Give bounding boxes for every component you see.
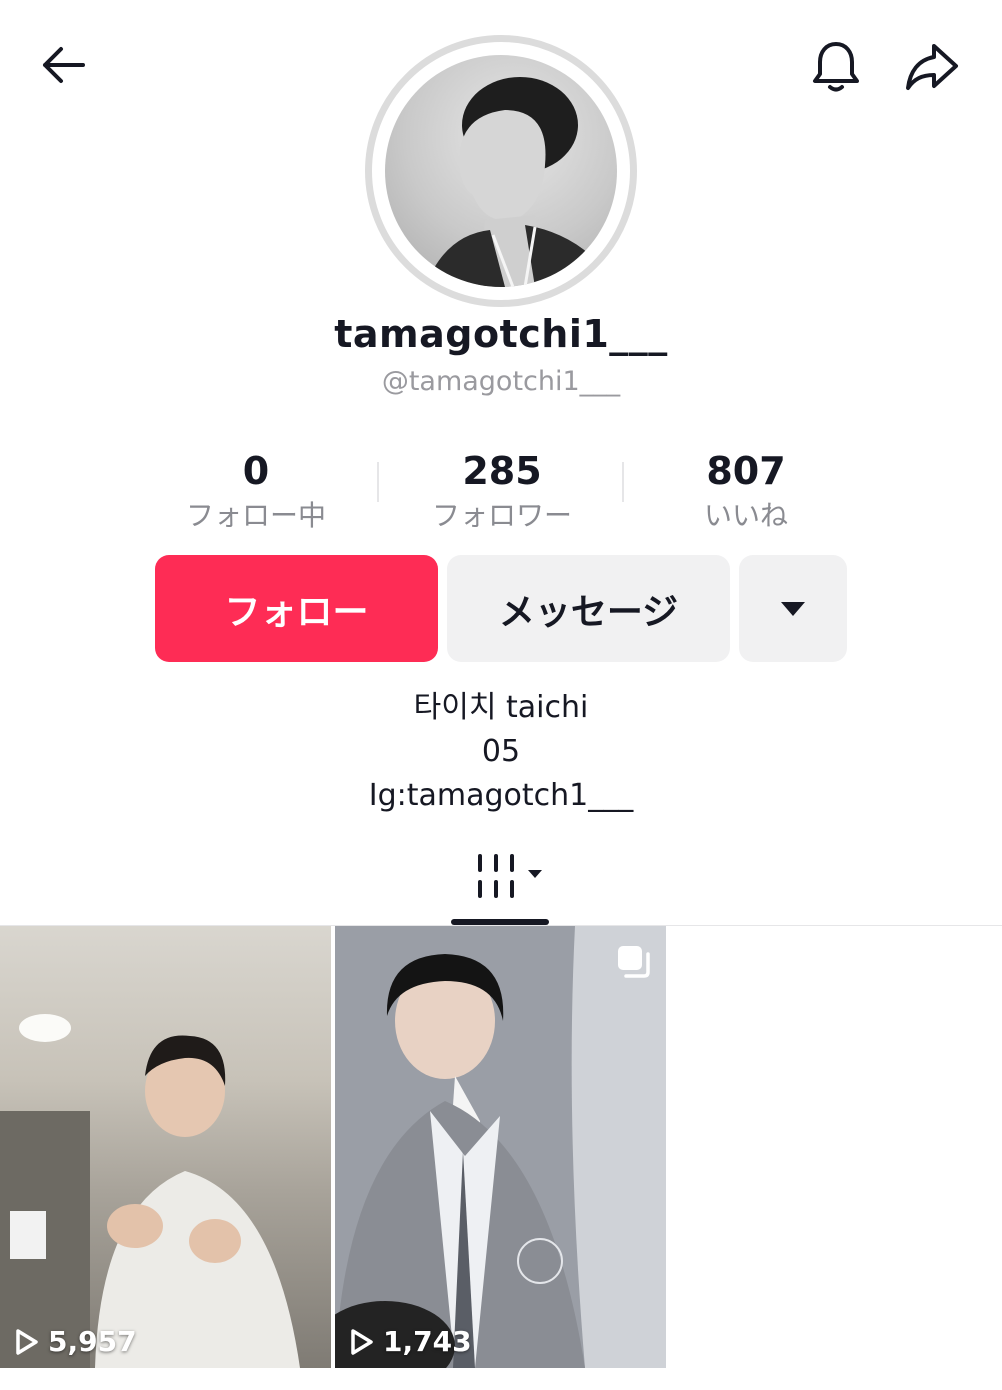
notification-button[interactable] bbox=[800, 30, 872, 102]
view-count: 5,957 bbox=[14, 1325, 137, 1358]
more-options-button[interactable] bbox=[739, 555, 847, 662]
stat-divider bbox=[377, 462, 379, 502]
videos-grid-icon bbox=[478, 854, 542, 898]
back-arrow-icon bbox=[43, 47, 85, 83]
dropdown-triangle-icon bbox=[781, 601, 805, 616]
following-label: フォロー中 bbox=[185, 499, 326, 532]
following-count: 0 bbox=[242, 449, 270, 493]
stat-following[interactable]: 0 フォロー中 bbox=[146, 448, 366, 534]
share-button[interactable] bbox=[896, 30, 968, 102]
stat-divider bbox=[622, 462, 624, 502]
multi-image-icon bbox=[618, 946, 650, 978]
view-count-text: 5,957 bbox=[48, 1325, 137, 1358]
video-thumbnail[interactable]: 5,957 bbox=[0, 926, 331, 1368]
profile-page: tamagotchi1___ @tamagotchi1___ 0 フォロー中 2… bbox=[0, 0, 1002, 1390]
bell-icon bbox=[813, 42, 859, 92]
stat-followers[interactable]: 285 フォロワー bbox=[392, 448, 612, 534]
stat-likes[interactable]: 807 いいね bbox=[636, 448, 856, 534]
bio-line: 05 bbox=[481, 734, 521, 769]
followers-label: フォロワー bbox=[431, 499, 572, 532]
followers-count: 285 bbox=[462, 449, 542, 493]
share-icon bbox=[906, 44, 958, 90]
likes-count: 807 bbox=[706, 449, 786, 493]
back-button[interactable] bbox=[28, 30, 98, 100]
view-count-text: 1,743 bbox=[383, 1325, 472, 1358]
display-name: tamagotchi1___ bbox=[334, 312, 668, 356]
play-icon bbox=[16, 1328, 38, 1355]
video-thumbnail-image bbox=[0, 1014, 300, 1368]
message-button[interactable]: メッセージ bbox=[447, 555, 730, 662]
avatar-image bbox=[385, 55, 617, 287]
tab-videos[interactable] bbox=[468, 850, 548, 904]
username-handle: @tamagotchi1___ bbox=[381, 366, 621, 397]
follow-button[interactable]: フォロー bbox=[155, 555, 438, 662]
profile-bio: 타이치 taichi 05 Ig:tamagotch1___ bbox=[0, 686, 1002, 818]
video-thumbnail-image bbox=[335, 926, 666, 1368]
video-thumbnail[interactable]: 1,743 bbox=[335, 926, 666, 1368]
view-count: 1,743 bbox=[349, 1325, 472, 1358]
bio-line: Ig:tamagotch1___ bbox=[368, 778, 634, 813]
play-icon bbox=[351, 1328, 373, 1355]
profile-avatar[interactable] bbox=[365, 35, 637, 307]
bio-line: 타이치 taichi bbox=[413, 690, 589, 725]
likes-label: いいね bbox=[703, 499, 788, 532]
